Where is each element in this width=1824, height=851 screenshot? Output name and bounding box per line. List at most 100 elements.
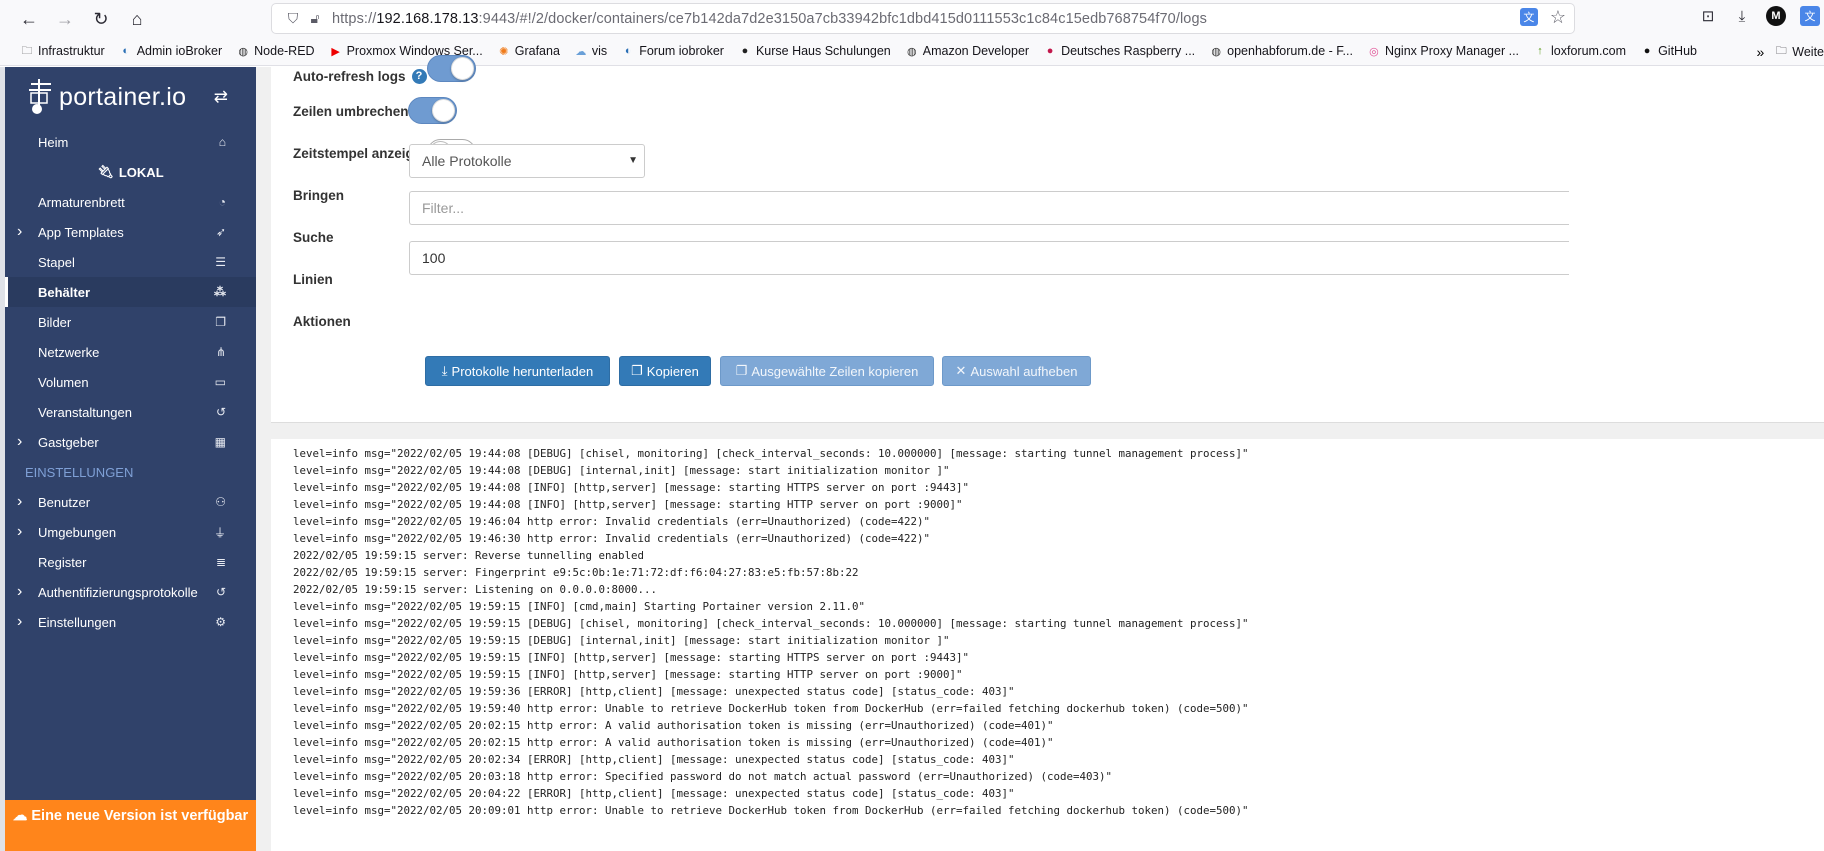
lines-row: Linien [293,264,333,294]
update-available-banner[interactable]: ☁ Eine neue Version ist verfügbar [5,800,256,851]
sidebar-item-cogs-4[interactable]: › Einstellungen ⚙ [5,607,256,637]
bookmark-9[interactable]: ● Deutsches Raspberry ... [1043,44,1195,58]
translate-extension-icon[interactable]: 文 [1800,6,1820,26]
address-bar[interactable]: ⛉ 🔓︎ https://192.168.178.13:9443/#!/2/do… [272,4,1574,33]
log-line[interactable]: level=info msg="2022/02/05 19:44:08 [INF… [293,496,1824,513]
reload-icon[interactable]: ↻ [84,2,118,36]
actions-row: Aktionen [293,306,351,336]
log-line[interactable]: 2022/02/05 19:59:15 server: Fingerprint … [293,564,1824,581]
bookmark-0[interactable]: 🗀 Infrastruktur [20,44,105,58]
bookmark-11[interactable]: ◎ Nginx Proxy Manager ... [1367,44,1519,58]
log-line[interactable]: level=info msg="2022/02/05 19:59:40 http… [293,700,1824,717]
bookmark-10[interactable]: ◍ openhabforum.de - F... [1209,44,1353,58]
forward-arrow-icon[interactable]: → [48,2,82,36]
account-avatar[interactable]: M [1766,6,1786,26]
portainer-logo[interactable]: portainer.io ⇄ [5,67,256,127]
log-line[interactable]: level=info msg="2022/02/05 19:59:15 [INF… [293,598,1824,615]
sidebar-item-home-0[interactable]: Heim ⌂ [5,127,256,157]
back-arrow-icon[interactable]: ← [12,2,46,36]
sidebar-item-th-8[interactable]: › Gastgeber ▦ [5,427,256,457]
log-line[interactable]: level=info msg="2022/02/05 19:44:08 [DEB… [293,445,1824,462]
list-icon: ☰ [215,255,226,269]
bookmark-7[interactable]: ● Kurse Haus Schulungen [738,44,891,58]
pocket-icon[interactable]: ⊡ [1698,6,1718,26]
log-line[interactable]: level=info msg="2022/02/05 19:44:08 [DEB… [293,462,1824,479]
log-line[interactable]: level=info msg="2022/02/05 20:04:22 [ERR… [293,785,1824,802]
help-icon[interactable]: ? [411,68,427,84]
lock-warning-icon[interactable]: 🔓︎ [304,10,326,27]
log-line[interactable]: level=info msg="2022/02/05 20:02:34 [ERR… [293,751,1824,768]
log-line[interactable]: level=info msg="2022/02/05 19:59:36 [ERR… [293,683,1824,700]
bookmark-2[interactable]: ◍ Node-RED [236,44,314,58]
log-line[interactable]: level=info msg="2022/02/05 20:02:15 http… [293,717,1824,734]
sidebar-item-users-0[interactable]: › Benutzer ⚇ [5,487,256,517]
log-line[interactable]: level=info msg="2022/02/05 19:59:15 [DEB… [293,615,1824,632]
auto-refresh-row: Auto-refresh logs ? [293,61,427,91]
auto-refresh-toggle[interactable] [427,55,476,82]
sidebar-item-history-3[interactable]: › Authentifizierungsprotokolle ↺ [5,577,256,607]
log-line[interactable]: level=info msg="2022/02/05 19:59:15 [INF… [293,649,1824,666]
download-icon[interactable]: ⤓ [1732,6,1752,26]
sidebar-item-tachometer-0[interactable]: Armaturenbrett ◔ [5,187,256,217]
bookmarks-bar: 🗀 Infrastruktur ◐ Admin ioBroker ◍ Node-RED ▶ P… [0,37,1824,66]
log-line[interactable]: level=info msg="2022/02/05 19:59:15 [INF… [293,666,1824,683]
wrap-lines-toggle[interactable] [408,97,457,124]
bookmark-1[interactable]: ◐ Admin ioBroker [119,44,222,58]
bookmark-star-icon[interactable]: ☆ [1550,8,1566,26]
sidebar-item-label: Authentifizierungsprotokolle [38,584,198,600]
bookmark-13[interactable]: ● GitHub [1640,44,1697,58]
sidebar-item-sitemap-5[interactable]: Netzwerke ⋔ [5,337,256,367]
download-logs-button[interactable]: ⤓ Protokolle herunterladen [425,356,610,386]
shield-icon[interactable]: ⛉ [282,10,304,27]
bookmark-5[interactable]: ☁ vis [574,44,607,58]
log-line[interactable]: level=info msg="2022/02/05 20:09:01 http… [293,802,1824,819]
log-line[interactable]: level=info msg="2022/02/05 19:44:08 [INF… [293,479,1824,496]
iobroker-icon: ◐ [122,45,130,57]
fetch-select[interactable]: Alle Protokolle ▼ [409,144,645,178]
chevron-down-icon: ▼ [628,155,638,166]
sidebar-item-history-7[interactable]: Veranstaltungen ↺ [5,397,256,427]
url-text[interactable]: https://192.168.178.13:9443/#!/2/docker/… [332,11,1207,27]
more-bookmarks-chevron-icon[interactable]: » [1756,44,1764,60]
sidebar-item-label: Bilder [38,314,72,330]
log-line[interactable]: level=info msg="2022/02/05 20:02:15 http… [293,734,1824,751]
log-output[interactable]: level=info msg="2022/02/05 19:44:08 [DEB… [271,439,1824,851]
search-label: Suche [293,229,334,245]
rocket-icon: ➶ [215,225,226,239]
sidebar-item-rocket-1[interactable]: › App Templates ➶ [5,217,256,247]
tachometer-icon: ◔ [218,195,226,209]
kurse-icon: ● [741,45,749,57]
translate-icon[interactable]: 文 [1519,8,1538,26]
search-row: Suche [293,222,334,252]
browser-toolbar: ← → ↻ ⌂ ⛉ 🔓︎ https://192.168.178.13:9443… [0,0,1824,37]
actions-label: Aktionen [293,313,351,329]
lines-label: Linien [293,271,333,287]
sidebar-item-cubes-3[interactable]: Behälter ⁂ [5,277,256,307]
lines-input[interactable]: 100 [409,241,1569,275]
clear-selection-button[interactable]: ✕ Auswahl aufheben [942,356,1091,386]
home-icon[interactable]: ⌂ [120,2,154,36]
sitemap-icon: ⋔ [215,345,226,359]
bookmark-6[interactable]: ◐ Forum iobroker [621,44,724,58]
portainer-logo-text: portainer.io [59,82,187,111]
bookmark-8[interactable]: ◍ Amazon Developer [905,44,1029,58]
sidebar-item-plug-1[interactable]: › Umgebungen ⏚ [5,517,256,547]
log-line[interactable]: 2022/02/05 19:59:15 server: Listening on… [293,581,1824,598]
bookmark-folder-other[interactable]: 🗀 Weite [1774,45,1824,59]
search-input[interactable]: Filter... [409,191,1569,225]
log-line[interactable]: level=info msg="2022/02/05 19:59:15 [DEB… [293,632,1824,649]
sidebar-item-list-2[interactable]: Stapel ☰ [5,247,256,277]
cubes-icon: ⁂ [214,285,226,299]
sidebar-item-hdd-6[interactable]: Volumen ▭ [5,367,256,397]
switch-environment-icon[interactable]: ⇄ [214,87,228,107]
bookmark-4[interactable]: ✺ Grafana [497,44,560,58]
log-line[interactable]: level=info msg="2022/02/05 19:46:30 http… [293,530,1824,547]
log-line[interactable]: level=info msg="2022/02/05 19:46:04 http… [293,513,1824,530]
copy-button[interactable]: ❐ Kopieren [619,356,711,386]
copy-selected-lines-button[interactable]: ❐ Ausgewählte Zeilen kopieren [720,356,934,386]
sidebar-item-clone-4[interactable]: Bilder ❐ [5,307,256,337]
sidebar-item-database-2[interactable]: Register ≣ [5,547,256,577]
log-line[interactable]: level=info msg="2022/02/05 20:03:18 http… [293,768,1824,785]
log-line[interactable]: 2022/02/05 19:59:15 server: Reverse tunn… [293,547,1824,564]
bookmark-12[interactable]: ↑ loxforum.com [1533,44,1626,58]
